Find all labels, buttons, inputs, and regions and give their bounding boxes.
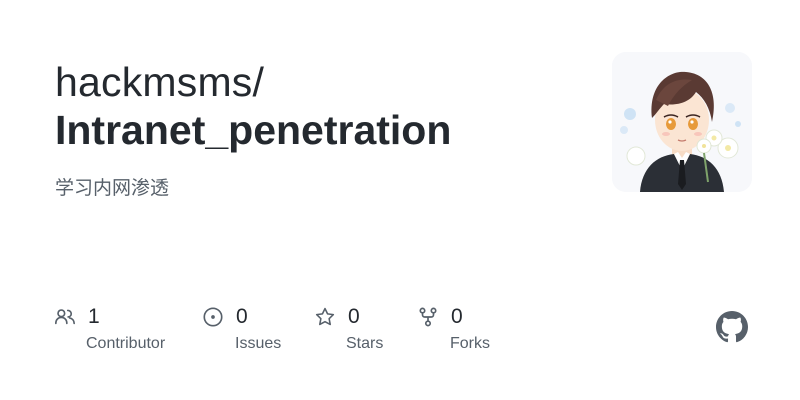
stat-stars[interactable]: 0 Stars: [314, 304, 383, 352]
repo-name[interactable]: Intranet_penetration: [55, 106, 451, 154]
people-icon: [55, 309, 75, 325]
star-icon: [315, 307, 335, 326]
contributors-count: 1: [88, 305, 100, 328]
issues-label: Issues: [235, 335, 282, 352]
forks-label: Forks: [450, 335, 490, 352]
issues-count: 0: [236, 305, 248, 328]
avatar-illustration: [612, 52, 752, 192]
stat-contributors[interactable]: 1 Contributor: [54, 304, 165, 352]
stat-issues[interactable]: 0 Issues: [202, 304, 281, 352]
issue-opened-icon: [203, 307, 223, 327]
stars-count: 0: [348, 305, 360, 328]
contributors-label: Contributor: [86, 335, 166, 352]
forks-count: 0: [451, 305, 463, 328]
stat-forks[interactable]: 0 Forks: [417, 304, 490, 352]
repo-forked-icon: [419, 307, 437, 327]
owner-avatar[interactable]: [612, 52, 752, 192]
stars-label: Stars: [346, 335, 384, 352]
repo-description: 学习内网渗透: [55, 178, 170, 199]
repo-social-card: hackmsms/ Intranet_penetration 学习内网渗透 1 …: [0, 0, 800, 400]
repo-owner[interactable]: hackmsms/: [55, 58, 264, 106]
github-mark-icon[interactable]: [716, 311, 748, 343]
